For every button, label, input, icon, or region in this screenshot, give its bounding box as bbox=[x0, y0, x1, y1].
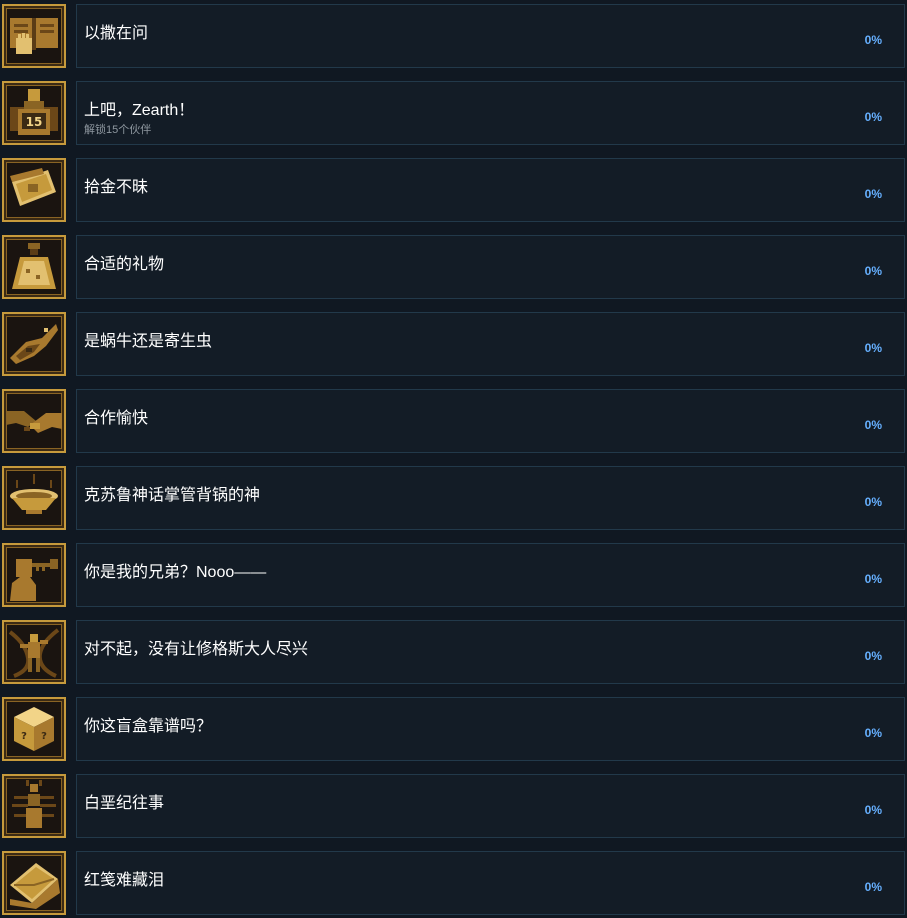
achievement-card: 合适的礼物 0% bbox=[76, 235, 905, 299]
achievement-card: 红笺难藏泪 0% bbox=[76, 851, 905, 915]
achievement-icon-frame: 15 bbox=[2, 81, 66, 145]
achievement-percent: 0% bbox=[864, 649, 882, 663]
achievement-title: 克苏鲁神话掌管背锅的神 bbox=[84, 487, 261, 504]
achievement-title: 合适的礼物 bbox=[84, 256, 165, 273]
achievement-card: 对不起，没有让修格斯大人尽兴 0% bbox=[76, 620, 905, 684]
achievement-card: 白垩纪往事 0% bbox=[76, 774, 905, 838]
achievement-title: 拾金不昧 bbox=[84, 179, 149, 196]
achievement-icon-frame bbox=[2, 389, 66, 453]
achievement-card: 合作愉快 0% bbox=[76, 389, 905, 453]
achievement-percent: 0% bbox=[864, 418, 882, 432]
companions-15-icon: 15 bbox=[10, 89, 58, 135]
snail-parasite-icon bbox=[10, 324, 58, 364]
svg-text:?: ? bbox=[41, 731, 47, 742]
achievement-icon-frame bbox=[2, 466, 66, 530]
achievement-row[interactable]: 白垩纪往事 0% bbox=[0, 772, 907, 840]
silhouette-key-icon bbox=[10, 559, 58, 601]
gold-wallet-icon bbox=[10, 168, 56, 206]
achievement-card: 以撒在问 0% bbox=[76, 4, 905, 68]
achievement-icon-frame bbox=[2, 235, 66, 299]
achievement-row[interactable]: 以撒在问 0% bbox=[0, 2, 907, 70]
achievement-icon-frame bbox=[2, 158, 66, 222]
achievement-title: 是蜗牛还是寄生虫 bbox=[84, 333, 213, 350]
achievement-percent: 0% bbox=[864, 33, 882, 47]
achievement-row[interactable]: 克苏鲁神话掌管背锅的神 0% bbox=[0, 464, 907, 532]
achievement-percent: 0% bbox=[864, 341, 882, 355]
achievement-row[interactable]: 你是我的兄弟？Nooo—— 0% bbox=[0, 541, 907, 609]
achievement-title: 红笺难藏泪 bbox=[84, 872, 165, 889]
achievement-row[interactable]: ? ? 你这盲盒靠谱吗？ 0% bbox=[0, 695, 907, 763]
achievement-description: 解锁15个伙伴 bbox=[84, 124, 152, 136]
achievement-row[interactable]: 合作愉快 0% bbox=[0, 387, 907, 455]
achievement-card: 你是我的兄弟？Nooo—— 0% bbox=[76, 543, 905, 607]
achievement-row[interactable]: 合适的礼物 0% bbox=[0, 233, 907, 301]
achievement-icon-frame: ? ? bbox=[2, 697, 66, 761]
achievement-percent: 0% bbox=[864, 495, 882, 509]
ant-fossil-icon bbox=[12, 780, 56, 828]
achievement-percent: 0% bbox=[864, 264, 882, 278]
achievement-percent: 0% bbox=[864, 726, 882, 740]
handshake-icon bbox=[6, 411, 62, 433]
achievement-row[interactable]: 是蜗牛还是寄生虫 0% bbox=[0, 310, 907, 378]
tentacle-figure-icon bbox=[8, 628, 60, 678]
golden-letter-icon bbox=[10, 863, 60, 909]
achievement-icon-frame bbox=[2, 4, 66, 68]
achievement-icon-frame bbox=[2, 620, 66, 684]
achievement-title: 你这盲盒靠谱吗？ bbox=[84, 718, 213, 735]
golden-bowl-icon bbox=[10, 474, 58, 514]
achievement-icon-frame bbox=[2, 774, 66, 838]
achievement-icon-frame bbox=[2, 543, 66, 607]
achievement-percent: 0% bbox=[864, 572, 882, 586]
achievement-row[interactable]: 对不起，没有让修格斯大人尽兴 0% bbox=[0, 618, 907, 686]
svg-text:15: 15 bbox=[26, 115, 43, 129]
achievement-row[interactable]: 红笺难藏泪 0% bbox=[0, 849, 907, 917]
achievement-title: 白垩纪往事 bbox=[84, 795, 165, 812]
achievement-title: 对不起，没有让修格斯大人尽兴 bbox=[84, 641, 309, 658]
open-book-hand-icon bbox=[10, 18, 58, 54]
gift-sack-icon bbox=[12, 243, 56, 289]
svg-text:?: ? bbox=[21, 731, 27, 742]
achievement-card: 克苏鲁神话掌管背锅的神 0% bbox=[76, 466, 905, 530]
achievement-title: 合作愉快 bbox=[84, 410, 149, 427]
achievement-percent: 0% bbox=[864, 187, 882, 201]
achievement-percent: 0% bbox=[864, 110, 882, 124]
achievement-title: 以撒在问 bbox=[84, 25, 149, 42]
mystery-box-icon: ? ? bbox=[14, 707, 54, 751]
achievement-percent: 0% bbox=[864, 880, 882, 894]
achievement-row[interactable]: 拾金不昧 0% bbox=[0, 156, 907, 224]
achievement-icon-frame bbox=[2, 851, 66, 915]
achievement-percent: 0% bbox=[864, 803, 882, 817]
achievement-card: 拾金不昧 0% bbox=[76, 158, 905, 222]
achievement-title: 你是我的兄弟？Nooo—— bbox=[84, 564, 267, 581]
achievement-row[interactable]: 15 上吧，Zearth！ 解锁15个伙伴 0% bbox=[0, 79, 907, 147]
achievement-card: 上吧，Zearth！ 解锁15个伙伴 0% bbox=[76, 81, 905, 145]
achievement-card: 你这盲盒靠谱吗？ 0% bbox=[76, 697, 905, 761]
achievement-card: 是蜗牛还是寄生虫 0% bbox=[76, 312, 905, 376]
achievement-title: 上吧，Zearth！ bbox=[84, 102, 195, 119]
achievement-icon-frame bbox=[2, 312, 66, 376]
